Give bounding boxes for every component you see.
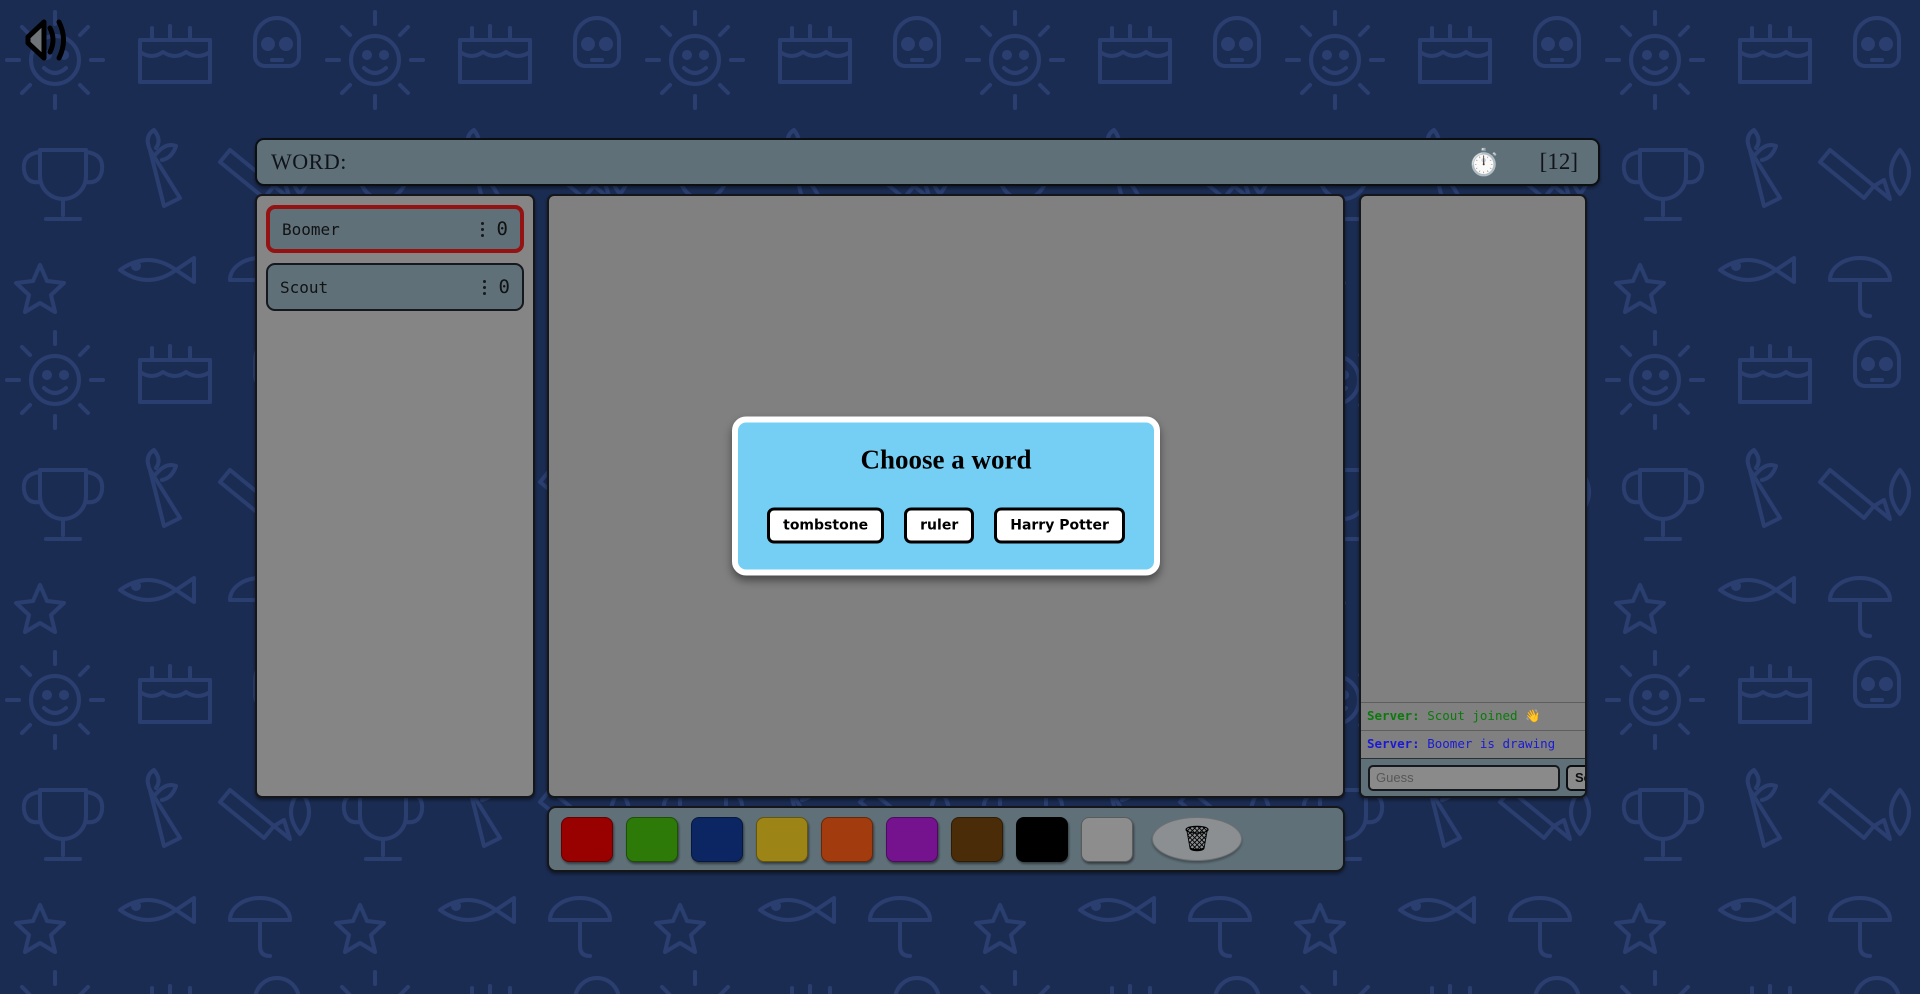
vertical-dots-icon[interactable] xyxy=(481,221,484,237)
color-swatch-green[interactable] xyxy=(626,816,678,862)
guess-input[interactable] xyxy=(1368,764,1560,791)
choose-word-title: Choose a word xyxy=(860,444,1032,475)
player-score: 0 xyxy=(498,276,510,298)
player-row-scout[interactable]: Scout 0 xyxy=(266,263,524,311)
color-swatch-burnt-orange[interactable] xyxy=(821,816,873,862)
player-score: 0 xyxy=(496,218,508,240)
player-row-boomer[interactable]: Boomer 0 xyxy=(266,205,524,253)
word-options-row: tombstone ruler Harry Potter xyxy=(754,507,1138,544)
chat-author: Server: xyxy=(1367,736,1420,752)
color-swatch-olive-gold[interactable] xyxy=(756,816,808,862)
chat-message: Server: Scout joined 👋 xyxy=(1361,702,1585,730)
color-swatch-black[interactable] xyxy=(1016,816,1068,862)
word-option-3[interactable]: Harry Potter xyxy=(994,507,1125,544)
round-counter: [12] xyxy=(1539,149,1578,174)
vertical-dots-icon[interactable] xyxy=(483,279,486,295)
color-swatch-white-gray[interactable] xyxy=(1081,816,1133,862)
word-option-2[interactable]: ruler xyxy=(904,507,975,544)
word-option-1[interactable]: tombstone xyxy=(767,507,885,544)
speaker-icon[interactable] xyxy=(18,12,74,68)
players-panel: Boomer 0 Scout 0 xyxy=(255,194,535,798)
chat-panel: Server: Scout joined 👋 Server: Boomer is… xyxy=(1359,194,1587,798)
chat-author: Server: xyxy=(1367,708,1420,724)
chat-text: Boomer is drawing xyxy=(1419,736,1556,752)
game-container: WORD: ⏱️ [12] Boomer 0 Scout 0 Choose a … xyxy=(255,138,1600,872)
color-swatch-dark-red[interactable] xyxy=(561,816,613,862)
choose-word-modal: Choose a word tombstone ruler Harry Pott… xyxy=(732,416,1160,576)
player-name: Boomer xyxy=(282,219,340,239)
chat-message-list: Server: Scout joined 👋 Server: Boomer is… xyxy=(1361,196,1585,758)
drawing-canvas[interactable]: Choose a word tombstone ruler Harry Pott… xyxy=(547,194,1345,798)
color-swatch-dark-brown[interactable] xyxy=(951,816,1003,862)
chat-message: Server: Boomer is drawing xyxy=(1361,730,1585,758)
canvas-column: Choose a word tombstone ruler Harry Pott… xyxy=(547,194,1345,872)
color-toolbar: 🗑 xyxy=(547,806,1345,872)
word-bar: WORD: ⏱️ [12] xyxy=(255,138,1600,186)
stopwatch-icon: ⏱️ xyxy=(1467,147,1500,177)
game-body: Boomer 0 Scout 0 Choose a word tombstone… xyxy=(255,194,1600,872)
send-button[interactable]: Send xyxy=(1566,764,1585,791)
color-swatch-navy-blue[interactable] xyxy=(691,816,743,862)
trash-icon[interactable]: 🗑 xyxy=(1152,817,1242,861)
chat-text: Scout joined 👋 xyxy=(1419,708,1541,724)
color-swatch-purple[interactable] xyxy=(886,816,938,862)
word-label: WORD: xyxy=(271,149,347,174)
chat-input-row: Send xyxy=(1361,758,1585,796)
chat-column: Server: Scout joined 👋 Server: Boomer is… xyxy=(1359,194,1587,798)
player-name: Scout xyxy=(280,277,329,297)
